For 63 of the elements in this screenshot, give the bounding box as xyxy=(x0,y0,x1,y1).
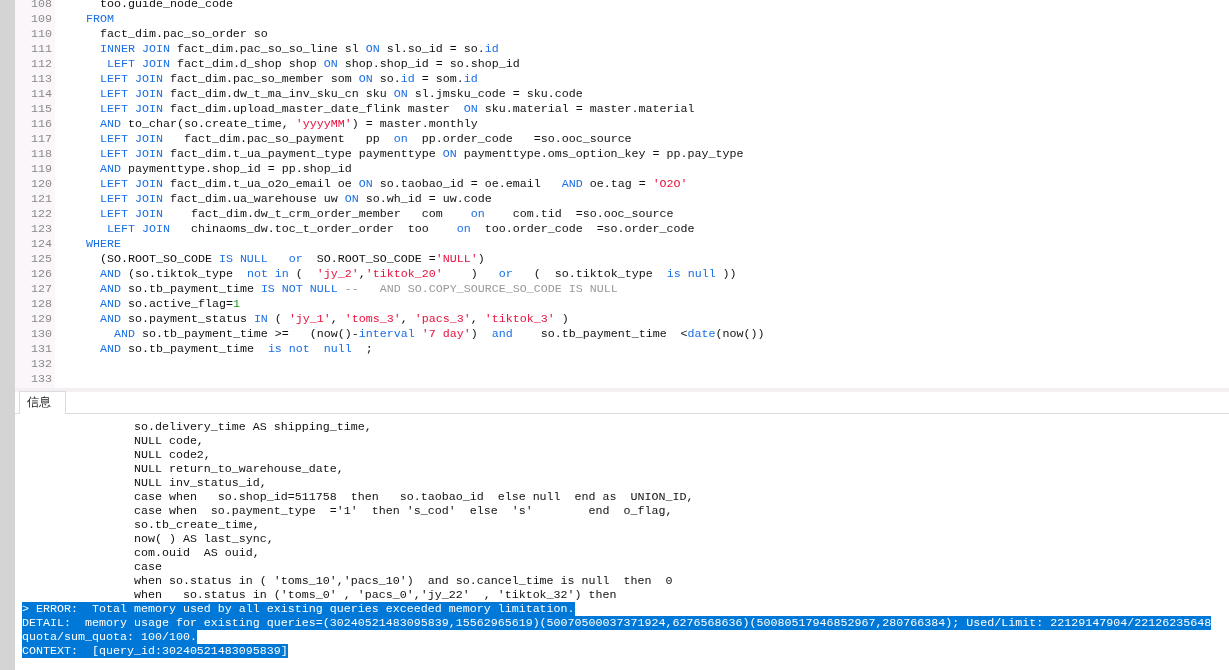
code-line: AND so.tb_payment_time is not null ; xyxy=(98,342,373,357)
output-line: when so.status in ( 'toms_10','pacs_10') and so.cancel_time is null then 0 xyxy=(132,574,673,588)
output-line: case when so.shop_id=511758 then so.taobao_id else null end as UNION_ID, xyxy=(132,490,694,504)
code-line: AND paymenttype.shop_id = pp.shop_id xyxy=(98,162,352,177)
output-line: NULL inv_status_id, xyxy=(132,476,267,490)
line-number: 113 xyxy=(30,72,53,87)
line-number: 116 xyxy=(30,117,53,132)
code-line: (SO.ROOT_SO_CODE IS NULL or SO.ROOT_SO_CODE ='NULL') xyxy=(98,252,485,267)
line-number: 126 xyxy=(30,267,53,282)
code-line: WHERE xyxy=(84,237,121,252)
output-line: com.ouid AS ouid, xyxy=(132,546,260,560)
line-number: 108 xyxy=(30,0,53,12)
line-number: 119 xyxy=(30,162,53,177)
code-line: LEFT JOIN fact_dim.dw_t_crm_order_member com on com.tid =so.ooc_source xyxy=(98,207,674,222)
line-number: 120 xyxy=(30,177,53,192)
line-number: 128 xyxy=(30,297,53,312)
code-line: LEFT JOIN fact_dim.t_ua_o2o_email oe ON so.taobao_id = oe.email AND oe.tag = 'O2O' xyxy=(98,177,688,192)
line-number: 132 xyxy=(30,357,53,372)
code-line: LEFT JOIN fact_dim.pac_so_member som ON so.id = som.id xyxy=(98,72,478,87)
code-line: fact_dim.pac_so_order so xyxy=(98,27,268,42)
output-line: NULL code, xyxy=(132,434,204,448)
code-line: LEFT JOIN chinaoms_dw.toc_t_order_order too on too.order_code =so.order_code xyxy=(105,222,695,237)
output-line: case when so.payment_type ='1' then 's_cod' else 's' end o_flag, xyxy=(132,504,673,518)
code-line: AND so.active_flag=1 xyxy=(98,297,240,312)
code-line: AND to_char(so.create_time, 'yyyyMM') = master.monthly xyxy=(98,117,478,132)
line-number: 122 xyxy=(30,207,53,222)
output-line: so.delivery_time AS shipping_time, xyxy=(132,420,372,434)
code-line: AND so.tb_payment_time IS NOT NULL -- AND SO.COPY_SOURCE_SO_CODE IS NULL xyxy=(98,282,618,297)
code-line: LEFT JOIN fact_dim.dw_t_ma_inv_sku_cn sku ON sl.jmsku_code = sku.code xyxy=(98,87,583,102)
line-number: 109 xyxy=(30,12,53,27)
line-number: 114 xyxy=(30,87,53,102)
line-number: 127 xyxy=(30,282,53,297)
line-number: 125 xyxy=(30,252,53,267)
code-line: LEFT JOIN fact_dim.pac_so_payment pp on pp.order_code =so.ooc_source xyxy=(98,132,632,147)
output-line: NULL return_to_warehouse_date, xyxy=(132,462,344,476)
code-line: LEFT JOIN fact_dim.upload_master_date_flink master ON sku.material = master.material xyxy=(98,102,695,117)
line-number: 121 xyxy=(30,192,53,207)
output-line: case xyxy=(132,560,162,574)
code-line: LEFT JOIN fact_dim.d_shop shop ON shop.shop_id = so.shop_id xyxy=(105,57,520,72)
line-number: 130 xyxy=(30,327,53,342)
code-line: AND (so.tiktok_type not in ( 'jy_2','tiktok_20' ) or ( so.tiktok_type is null )) xyxy=(98,267,737,282)
line-number: 118 xyxy=(30,147,53,162)
line-number: 133 xyxy=(30,372,53,387)
line-number: 117 xyxy=(30,132,53,147)
output-line: when so.status in ('toms_0' , 'pacs_0','jy_22' , 'tiktok_32') then xyxy=(132,588,617,602)
line-number: 110 xyxy=(30,27,53,42)
line-number: 112 xyxy=(30,57,53,72)
info-tab[interactable]: 信息 xyxy=(19,391,66,414)
code-line: FROM xyxy=(84,12,114,27)
line-number: 124 xyxy=(30,237,53,252)
code-line: AND so.payment_status IN ( 'jy_1', 'toms_3', 'pacs_3', 'tiktok_3' ) xyxy=(98,312,569,327)
line-number: 111 xyxy=(30,42,53,57)
line-number: 129 xyxy=(30,312,53,327)
code-line: INNER JOIN fact_dim.pac_so_so_line sl ON sl.so_id = so.id xyxy=(98,42,499,57)
code-line: AND so.tb_payment_time >= (now()-interval '7 day') and so.tb_payment_time <date(now()) xyxy=(112,327,765,342)
output-line: so.tb_create_time, xyxy=(132,518,260,532)
output-line: now( ) AS last_sync, xyxy=(132,532,274,546)
code-line: LEFT JOIN fact_dim.t_ua_payment_type paymenttype ON paymenttype.oms_option_key = pp.pay_type xyxy=(98,147,744,162)
line-number: 131 xyxy=(30,342,53,357)
code-line: LEFT JOIN fact_dim.ua_warehouse uw ON so.wh_id = uw.code xyxy=(98,192,492,207)
output-line: NULL code2, xyxy=(132,448,211,462)
line-number: 115 xyxy=(30,102,53,117)
line-number: 123 xyxy=(30,222,53,237)
